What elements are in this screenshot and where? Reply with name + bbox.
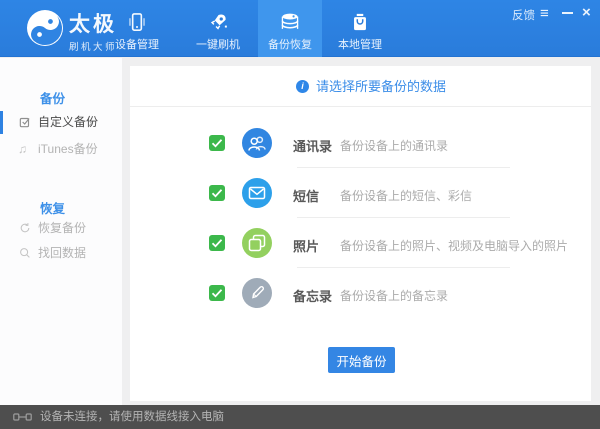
backup-item-contacts: 通讯录 备份设备上的通讯录 (130, 118, 591, 168)
tab-label: 设备管理 (105, 36, 169, 52)
backup-item-photos: 照片 备份设备上的照片、视频及电脑导入的照片 (130, 218, 591, 268)
item-description: 备份设备上的通讯录 (340, 137, 448, 154)
sms-checkbox[interactable] (209, 185, 225, 201)
start-backup-button[interactable]: 开始备份 (328, 347, 395, 373)
backup-item-memo: 备忘录 备份设备上的备忘录 (130, 268, 591, 318)
item-description: 备份设备上的照片、视频及电脑导入的照片 (340, 237, 568, 254)
item-description: 备份设备上的短信、彩信 (340, 187, 472, 204)
sidebar-item-recover-data[interactable]: 找回数据 (0, 241, 122, 266)
chevron-right-icon: › (88, 110, 93, 135)
minimize-icon[interactable] (562, 12, 573, 14)
menu-icon[interactable]: ≡ (540, 5, 549, 22)
sidebar-section-backup: 备份 (40, 88, 65, 107)
sidebar-item-label: 找回数据 (38, 241, 86, 266)
status-bar: 设备未连接，请使用数据线接入电脑 (0, 405, 600, 429)
tab-label: 本地管理 (328, 36, 392, 52)
tab-label: 一键刷机 (186, 36, 250, 52)
bag-icon (347, 9, 373, 35)
contacts-checkbox[interactable] (209, 135, 225, 151)
usb-cable-icon (13, 412, 32, 422)
app-window: 太极 刷机大师 设备管理 一键刷机 (0, 0, 600, 429)
info-icon: i (296, 80, 309, 93)
check-icon (209, 285, 225, 301)
sms-icon (242, 178, 272, 208)
sidebar-item-custom-backup[interactable]: 自定义备份 › (0, 110, 122, 135)
sidebar-section-restore: 恢复 (40, 198, 65, 217)
panel-header: i 请选择所要备份的数据 (130, 66, 591, 107)
backup-selection-panel: i 请选择所要备份的数据 通讯录 备份设备上的通讯录 (130, 66, 591, 401)
magnifier-icon (18, 246, 32, 260)
check-icon (209, 135, 225, 151)
restore-arrow-icon (18, 221, 32, 235)
sidebar-item-itunes-backup[interactable]: ♫ iTunes备份 (0, 137, 122, 162)
sidebar: 备份 自定义备份 › ♫ iTunes备份 恢复 恢复备份 (0, 58, 122, 405)
photos-icon (242, 228, 272, 258)
status-message: 设备未连接，请使用数据线接入电脑 (40, 405, 224, 429)
smartphone-icon (124, 9, 150, 35)
check-icon (209, 185, 225, 201)
sidebar-item-label: iTunes备份 (38, 137, 98, 162)
item-description: 备份设备上的备忘录 (340, 287, 448, 304)
feedback-link[interactable]: 反馈 (512, 7, 535, 23)
database-icon (277, 9, 303, 35)
tab-label: 备份恢复 (258, 36, 322, 52)
item-title: 通讯录 (293, 136, 332, 155)
rocket-icon (205, 9, 231, 35)
item-title: 短信 (293, 186, 319, 205)
item-title: 照片 (293, 236, 319, 255)
top-navigation-bar: 太极 刷机大师 设备管理 一键刷机 (0, 0, 600, 57)
memo-checkbox[interactable] (209, 285, 225, 301)
sidebar-item-restore-backup[interactable]: 恢复备份 (0, 216, 122, 241)
panel-header-text: 请选择所要备份的数据 (316, 66, 446, 107)
backup-item-sms: 短信 备份设备上的短信、彩信 (130, 168, 591, 218)
music-note-icon: ♫ (18, 137, 27, 162)
tab-device-management[interactable]: 设备管理 (105, 0, 169, 57)
contacts-icon (242, 128, 272, 158)
check-icon (209, 235, 225, 251)
tab-one-key-flash[interactable]: 一键刷机 (186, 0, 250, 57)
close-icon[interactable]: × (582, 4, 591, 21)
item-title: 备忘录 (293, 286, 332, 305)
sidebar-item-label: 恢复备份 (38, 216, 86, 241)
photos-checkbox[interactable] (209, 235, 225, 251)
tab-backup-restore[interactable]: 备份恢复 (258, 0, 322, 57)
taiji-logo-icon (27, 10, 63, 46)
checkbox-pen-icon (18, 115, 32, 129)
memo-pencil-icon (242, 278, 272, 308)
tab-local-management[interactable]: 本地管理 (328, 0, 392, 57)
